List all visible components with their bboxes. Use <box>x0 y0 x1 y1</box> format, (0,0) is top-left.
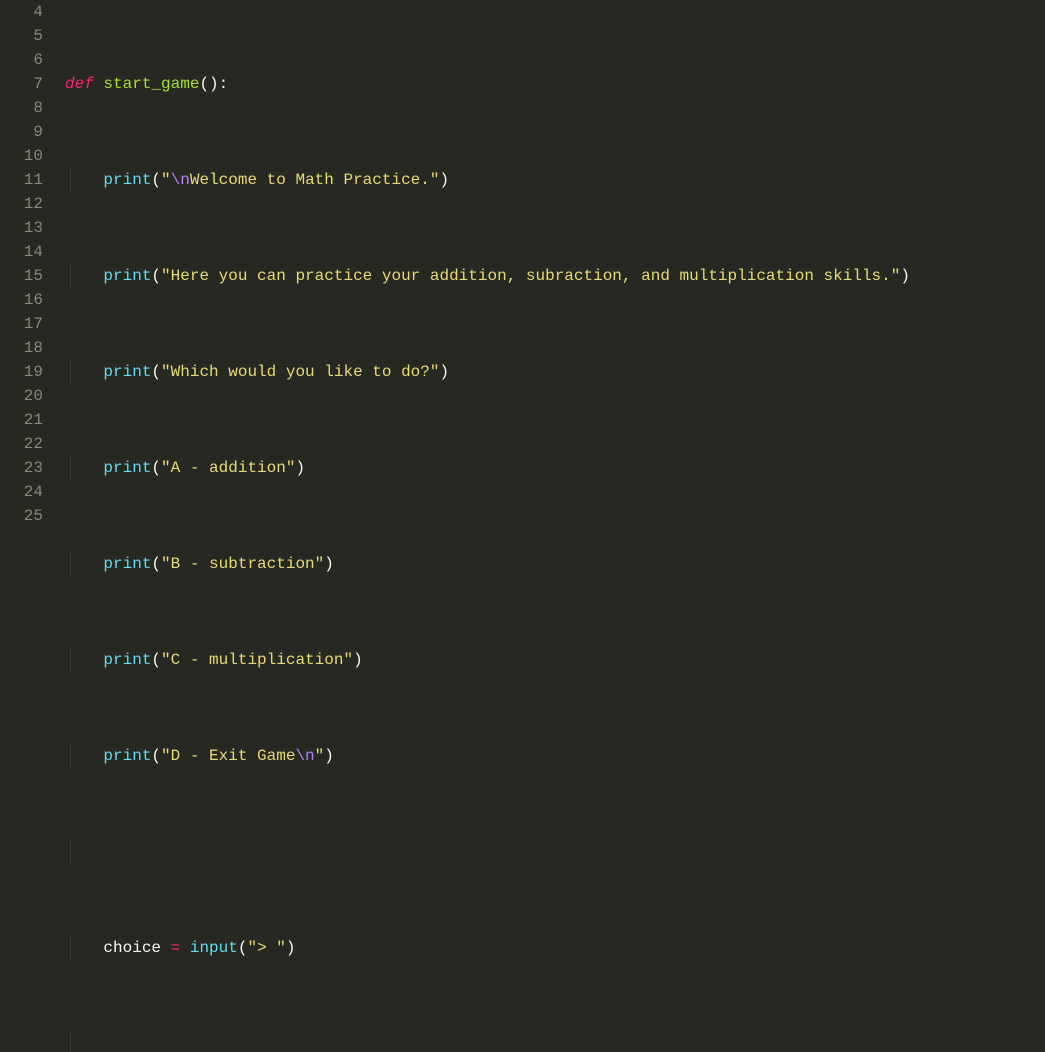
code-line[interactable]: print("C - multiplication") <box>65 648 1045 672</box>
line-number: 21 <box>0 408 43 432</box>
code-line[interactable]: def start_game(): <box>65 72 1045 96</box>
call-input: input <box>190 939 238 957</box>
string: "A - addition" <box>161 459 295 477</box>
line-number: 24 <box>0 480 43 504</box>
parens: (): <box>199 75 228 93</box>
line-number: 15 <box>0 264 43 288</box>
code-line[interactable]: print("\nWelcome to Math Practice.") <box>65 168 1045 192</box>
indent-guide <box>70 936 71 960</box>
indent-guide <box>70 840 71 864</box>
call-print: print <box>103 555 151 573</box>
code-line[interactable] <box>65 1032 1045 1052</box>
indent-guide <box>70 456 71 480</box>
string: "B - subtraction" <box>161 555 324 573</box>
function-name: start_game <box>103 75 199 93</box>
code-line[interactable]: print("A - addition") <box>65 456 1045 480</box>
line-number: 12 <box>0 192 43 216</box>
line-number: 20 <box>0 384 43 408</box>
line-number: 13 <box>0 216 43 240</box>
line-number: 5 <box>0 24 43 48</box>
line-number: 7 <box>0 72 43 96</box>
indent-guide <box>70 1032 71 1052</box>
indent-guide <box>70 264 71 288</box>
string: "Which would you like to do?" <box>161 363 439 381</box>
call-print: print <box>103 651 151 669</box>
line-number: 17 <box>0 312 43 336</box>
string: " <box>315 747 325 765</box>
line-number-gutter: 4 5 6 7 8 9 10 11 12 13 14 15 16 17 18 1… <box>0 0 55 1052</box>
code-line[interactable]: print("Here you can practice your additi… <box>65 264 1045 288</box>
string: "> " <box>247 939 285 957</box>
line-number: 14 <box>0 240 43 264</box>
code-line[interactable]: print("Which would you like to do?") <box>65 360 1045 384</box>
line-number: 16 <box>0 288 43 312</box>
code-line[interactable]: print("D - Exit Game\n") <box>65 744 1045 768</box>
line-number: 4 <box>0 0 43 24</box>
call-print: print <box>103 267 151 285</box>
escape-sequence: \n <box>171 171 190 189</box>
code-line[interactable] <box>65 840 1045 864</box>
line-number: 10 <box>0 144 43 168</box>
code-line[interactable]: choice = input("> ") <box>65 936 1045 960</box>
call-print: print <box>103 747 151 765</box>
string: " <box>161 171 171 189</box>
operator: = <box>171 939 181 957</box>
call-print: print <box>103 171 151 189</box>
code-area[interactable]: def start_game(): print("\nWelcome to Ma… <box>55 0 1045 1052</box>
indent-guide <box>70 360 71 384</box>
variable: choice <box>103 939 161 957</box>
call-print: print <box>103 459 151 477</box>
string: "Here you can practice your addition, su… <box>161 267 900 285</box>
line-number: 18 <box>0 336 43 360</box>
string: "C - multiplication" <box>161 651 353 669</box>
string: "D - Exit Game <box>161 747 295 765</box>
line-number: 25 <box>0 504 43 528</box>
line-number: 23 <box>0 456 43 480</box>
code-line[interactable]: print("B - subtraction") <box>65 552 1045 576</box>
keyword-def: def <box>65 75 94 93</box>
line-number: 9 <box>0 120 43 144</box>
line-number: 6 <box>0 48 43 72</box>
line-number: 22 <box>0 432 43 456</box>
string: Welcome to Math Practice." <box>190 171 440 189</box>
code-editor[interactable]: 4 5 6 7 8 9 10 11 12 13 14 15 16 17 18 1… <box>0 0 1045 1052</box>
indent-guide <box>70 552 71 576</box>
indent-guide <box>70 648 71 672</box>
line-number: 19 <box>0 360 43 384</box>
indent-guide <box>70 744 71 768</box>
escape-sequence: \n <box>295 747 314 765</box>
line-number: 8 <box>0 96 43 120</box>
indent-guide <box>70 168 71 192</box>
call-print: print <box>103 363 151 381</box>
line-number: 11 <box>0 168 43 192</box>
